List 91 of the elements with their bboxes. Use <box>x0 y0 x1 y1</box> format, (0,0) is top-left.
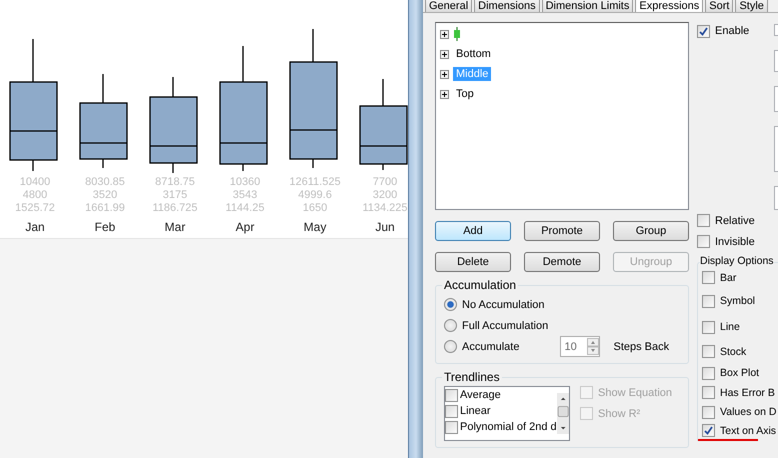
input-field[interactable] <box>774 50 778 72</box>
checkbox-label: Line <box>720 321 740 333</box>
input-field[interactable] <box>774 86 778 112</box>
expand-icon[interactable] <box>440 30 449 38</box>
expand-icon[interactable] <box>440 50 449 58</box>
tab[interactable]: Dimension Limits <box>542 0 634 12</box>
value-label: 8030.85 <box>85 176 125 189</box>
checkbox[interactable] <box>697 24 710 38</box>
tab[interactable]: Sort <box>705 0 734 12</box>
axis-label: Jun <box>375 219 395 235</box>
value-label: 3543 <box>232 189 258 202</box>
input-field[interactable] <box>774 186 778 210</box>
checkbox-label: Has Error B <box>720 386 775 398</box>
list-item[interactable]: Polynomial of 2nd d <box>460 421 557 433</box>
expression-tree[interactable]: Bottom Middle Top <box>435 22 689 210</box>
tab[interactable]: Dimensions <box>474 0 540 12</box>
tree-item[interactable]: Bottom <box>453 47 494 61</box>
tree-item[interactable]: Top <box>453 87 477 101</box>
checkbox-label: Invisible <box>715 236 755 248</box>
value-label: 8718.75 <box>155 176 195 189</box>
checkbox[interactable] <box>445 388 458 402</box>
tab[interactable]: General <box>425 0 472 12</box>
radio-label: Accumulate <box>462 340 520 352</box>
value-label: 1661.99 <box>85 202 125 215</box>
checkbox-label: Bar <box>720 272 736 284</box>
list-item[interactable]: Average <box>460 389 501 401</box>
action-button[interactable]: Demote <box>524 252 600 272</box>
annotation-underline <box>698 439 758 441</box>
spinner-arrows-icon[interactable] <box>587 338 600 355</box>
radio-button[interactable] <box>444 298 457 311</box>
checkbox[interactable] <box>702 320 715 334</box>
checkbox[interactable] <box>702 406 715 418</box>
action-button[interactable]: Promote <box>524 221 600 241</box>
value-label: 10400 <box>20 176 50 189</box>
value-label: 4999.6 <box>298 189 332 202</box>
checkbox-label: Relative <box>715 214 755 226</box>
checkbox[interactable] <box>697 235 710 248</box>
steps-label: Steps Back <box>613 340 670 352</box>
checkbox-label: Box Plot <box>720 367 760 379</box>
checkbox[interactable] <box>702 271 715 284</box>
value-label: 7700 <box>372 176 398 189</box>
value-label: 1134.225 <box>362 202 408 215</box>
group-title: Accumulation <box>443 278 518 292</box>
expand-icon[interactable] <box>440 70 449 78</box>
radio-label: Full Accumulation <box>462 320 548 332</box>
list-item[interactable]: Linear <box>460 405 491 417</box>
axis-label: May <box>304 219 326 235</box>
radio-button[interactable] <box>444 340 457 353</box>
value-label: 3200 <box>372 189 398 202</box>
checkbox[interactable] <box>702 386 715 399</box>
expand-icon[interactable] <box>440 90 449 98</box>
checkbox[interactable] <box>702 424 715 437</box>
option-label: Show R² <box>598 408 640 420</box>
value-label: 10360 <box>230 176 260 189</box>
value-label: 1650 <box>302 202 328 215</box>
input-field[interactable] <box>774 126 778 172</box>
action-button[interactable]: Group <box>613 221 689 241</box>
axis-label: Feb <box>94 219 116 235</box>
action-button[interactable]: Add <box>435 221 511 241</box>
radio-label: No Accumulation <box>462 298 545 310</box>
value-label: 3520 <box>92 189 118 202</box>
axis-label: Apr <box>236 219 254 235</box>
checkbox-label: Text on Axis <box>720 424 776 436</box>
checkbox-label: Values on D <box>720 406 776 418</box>
steps-spinner[interactable]: 10 <box>560 336 600 357</box>
checkbox[interactable] <box>445 420 458 434</box>
checkbox[interactable] <box>702 366 715 380</box>
checkbox-label: Stock <box>720 346 746 358</box>
input-field[interactable] <box>774 24 778 36</box>
checkbox-label: Enable <box>715 25 750 37</box>
value-label: 3175 <box>162 189 188 202</box>
trendline-list[interactable]: Average Linear Polynomial of 2nd d <box>444 386 570 441</box>
axis-label: Mar <box>164 219 186 235</box>
checkbox[interactable] <box>702 345 715 358</box>
tab[interactable]: Expressions <box>635 0 704 12</box>
radio-button[interactable] <box>444 319 457 332</box>
checkbox[interactable] <box>445 404 458 418</box>
tab[interactable]: Style <box>735 0 768 12</box>
action-button[interactable]: Delete <box>435 252 511 272</box>
value-label: 1144.25 <box>226 202 264 215</box>
value-label: 1186.725 <box>152 202 198 215</box>
group-title: Display Options <box>700 255 774 267</box>
value-label: 4800 <box>22 189 48 202</box>
value-label: 1525.72 <box>15 202 55 215</box>
checkbox[interactable] <box>697 214 710 227</box>
group-title: Trendlines <box>443 370 501 384</box>
checkbox[interactable] <box>702 294 715 308</box>
value-label: 12611.525 <box>289 176 341 189</box>
checkbox-label: Symbol <box>720 295 756 307</box>
option-label: Show Equation <box>598 386 672 398</box>
axis-label: Jan <box>25 219 45 235</box>
